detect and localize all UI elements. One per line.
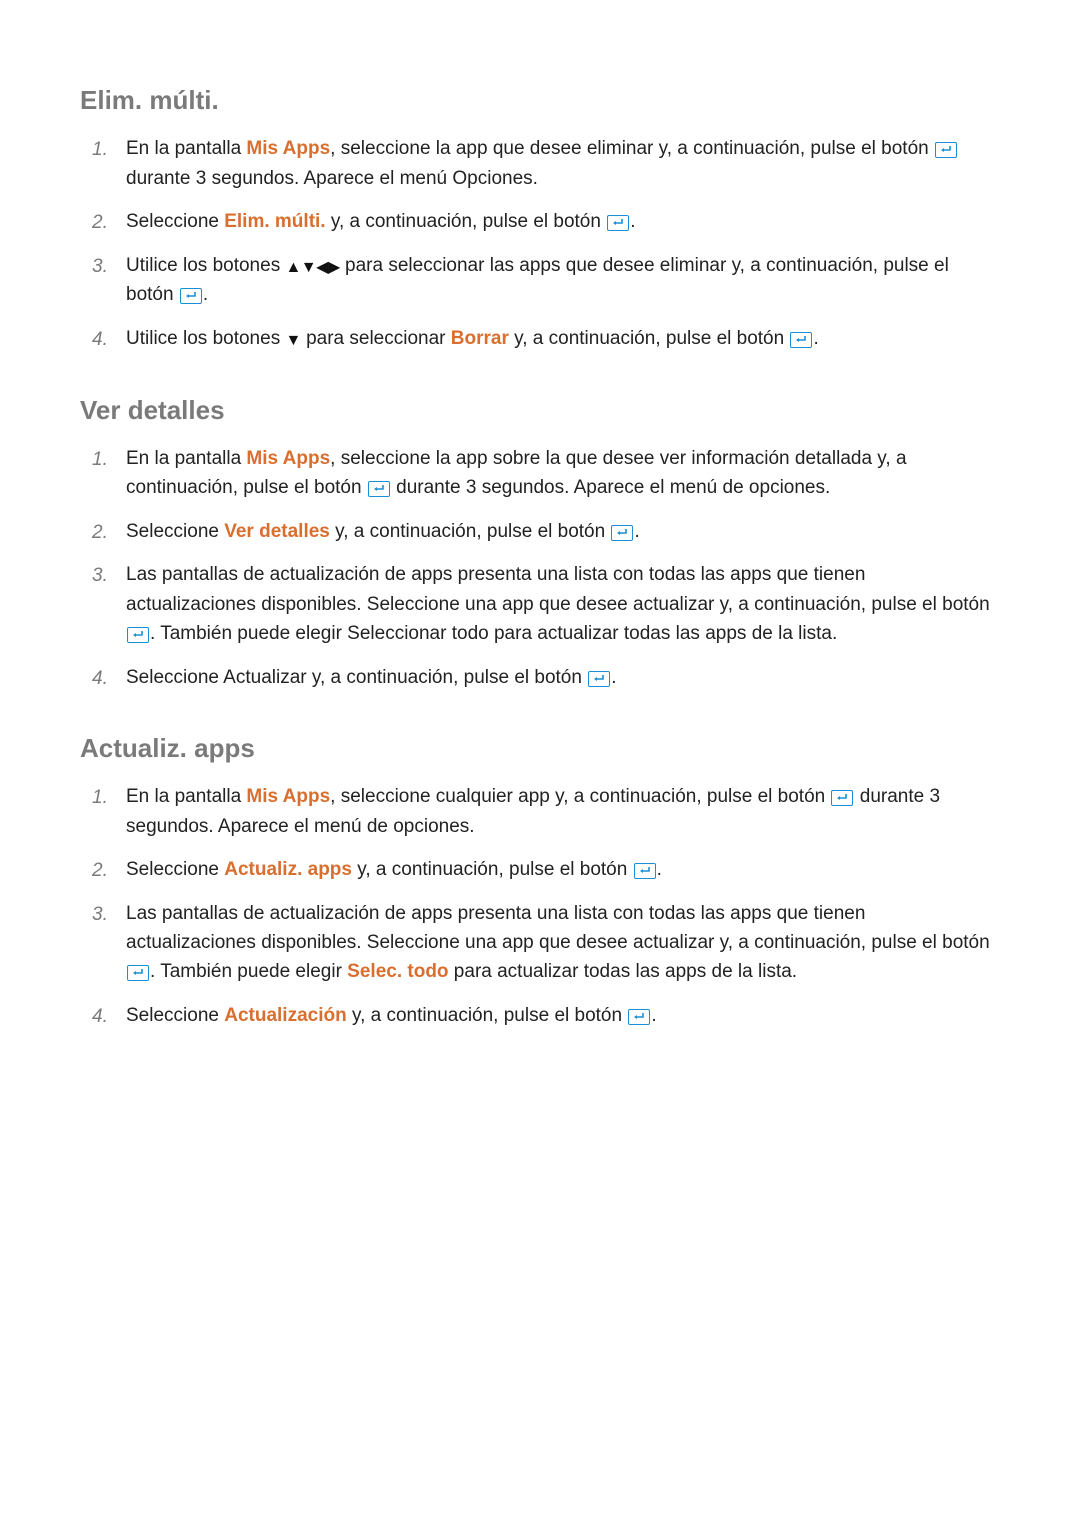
step-list: En la pantalla Mis Apps, seleccione cual…: [80, 782, 1000, 1030]
step-text: y, a continuación, pulse el botón: [330, 521, 611, 542]
dpad-arrows-icon: ▼: [285, 332, 300, 349]
step-text: para seleccionar: [301, 328, 451, 349]
step-text: Seleccione: [126, 1005, 224, 1026]
highlight-text: Mis Apps: [246, 138, 330, 159]
enter-icon: [180, 288, 202, 304]
highlight-text: Mis Apps: [246, 786, 330, 807]
step-text: .: [203, 284, 208, 305]
highlight-text: Borrar: [451, 328, 509, 349]
enter-icon: [127, 627, 149, 643]
step-text: .: [630, 211, 635, 232]
enter-icon: [628, 1009, 650, 1025]
step-text: Utilice los botones: [126, 328, 285, 349]
step-text: y, a continuación, pulse el botón: [326, 211, 607, 232]
step-text: Seleccione: [126, 859, 224, 880]
highlight-text: Actualiz. apps: [224, 859, 352, 880]
step-item: Utilice los botones ▼ para seleccionar B…: [126, 324, 1000, 354]
step-text: Las pantallas de actualización de apps p…: [126, 564, 990, 614]
step-text: En la pantalla: [126, 138, 246, 159]
step-text: .: [651, 1005, 656, 1026]
step-text: durante 3 segundos. Aparece el menú de o…: [391, 477, 830, 498]
step-list: En la pantalla Mis Apps, seleccione la a…: [80, 134, 1000, 353]
enter-icon: [588, 671, 610, 687]
step-item: Utilice los botones ▲▼◀▶ para selecciona…: [126, 251, 1000, 310]
section-heading: Actualiz. apps: [80, 728, 1000, 768]
enter-icon: [607, 215, 629, 231]
step-text: . También puede elegir: [150, 961, 347, 982]
step-text: En la pantalla: [126, 786, 246, 807]
document-root: Elim. múlti.En la pantalla Mis Apps, sel…: [80, 80, 1000, 1030]
enter-icon: [790, 332, 812, 348]
step-text: Seleccione: [126, 521, 224, 542]
step-text: .: [634, 521, 639, 542]
enter-icon: [935, 142, 957, 158]
enter-icon: [368, 481, 390, 497]
step-text: .: [657, 859, 662, 880]
step-text: y, a continuación, pulse el botón: [509, 328, 790, 349]
highlight-text: Elim. múlti.: [224, 211, 325, 232]
step-text: Las pantallas de actualización de apps p…: [126, 903, 990, 953]
step-item: Las pantallas de actualización de apps p…: [126, 899, 1000, 987]
step-text: para actualizar todas las apps de la lis…: [449, 961, 798, 982]
section-heading: Ver detalles: [80, 390, 1000, 430]
step-text: durante 3 segundos. Aparece el menú Opci…: [126, 168, 538, 189]
highlight-text: Ver detalles: [224, 521, 330, 542]
step-text: Seleccione Actualizar y, a continuación,…: [126, 667, 587, 688]
enter-icon: [831, 790, 853, 806]
step-item: Las pantallas de actualización de apps p…: [126, 560, 1000, 648]
highlight-text: Mis Apps: [246, 448, 330, 469]
step-item: Seleccione Actualiz. apps y, a continuac…: [126, 855, 1000, 884]
step-item: Seleccione Ver detalles y, a continuació…: [126, 517, 1000, 546]
step-text: .: [611, 667, 616, 688]
step-text: y, a continuación, pulse el botón: [352, 859, 633, 880]
step-item: En la pantalla Mis Apps, seleccione la a…: [126, 444, 1000, 503]
step-item: En la pantalla Mis Apps, seleccione cual…: [126, 782, 1000, 841]
highlight-text: Selec. todo: [347, 961, 448, 982]
step-text: .: [813, 328, 818, 349]
step-item: Seleccione Elim. múlti. y, a continuació…: [126, 207, 1000, 236]
section-heading: Elim. múlti.: [80, 80, 1000, 120]
enter-icon: [611, 525, 633, 541]
step-item: Seleccione Actualización y, a continuaci…: [126, 1001, 1000, 1030]
step-text: , seleccione cualquier app y, a continua…: [330, 786, 830, 807]
enter-icon: [127, 965, 149, 981]
step-item: En la pantalla Mis Apps, seleccione la a…: [126, 134, 1000, 193]
step-text: y, a continuación, pulse el botón: [347, 1005, 628, 1026]
step-text: Utilice los botones: [126, 255, 285, 276]
step-item: Seleccione Actualizar y, a continuación,…: [126, 663, 1000, 692]
dpad-arrows-icon: ▲▼◀▶: [285, 259, 339, 276]
enter-icon: [634, 863, 656, 879]
step-text: En la pantalla: [126, 448, 246, 469]
step-text: , seleccione la app que desee eliminar y…: [330, 138, 934, 159]
highlight-text: Actualización: [224, 1005, 346, 1026]
step-text: Seleccione: [126, 211, 224, 232]
step-list: En la pantalla Mis Apps, seleccione la a…: [80, 444, 1000, 692]
step-text: . También puede elegir Seleccionar todo …: [150, 623, 837, 644]
